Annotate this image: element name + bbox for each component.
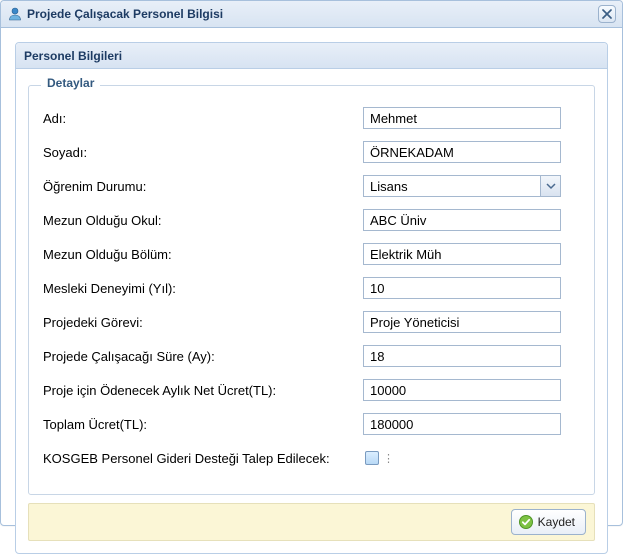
row-school: Mezun Olduğu Okul: [43, 208, 580, 232]
details-fieldset: Detaylar Adı: Soyadı: Öğrenim Durumu: Li… [28, 85, 595, 495]
label-experience: Mesleki Deneyimi (Yıl): [43, 281, 363, 296]
check-circle-icon [518, 514, 534, 530]
label-monthly: Proje için Ödenecek Aylık Net Ücret(TL): [43, 383, 363, 398]
label-department: Mezun Olduğu Bölüm: [43, 247, 363, 262]
surname-input[interactable] [363, 141, 561, 163]
label-education: Öğrenim Durumu: [43, 179, 363, 194]
row-monthly: Proje için Ödenecek Aylık Net Ücret(TL): [43, 378, 580, 402]
row-department: Mezun Olduğu Bölüm: [43, 242, 580, 266]
label-name: Adı: [43, 111, 363, 126]
education-value: Lisans [364, 176, 540, 196]
dialog-window: Projede Çalışacak Personel Bilgisi Perso… [0, 0, 623, 526]
monthly-input[interactable] [363, 379, 561, 401]
row-experience: Mesleki Deneyimi (Yıl): [43, 276, 580, 300]
label-school: Mezun Olduğu Okul: [43, 213, 363, 228]
window-title: Projede Çalışacak Personel Bilgisi [27, 7, 598, 21]
row-kosgeb: KOSGEB Personel Gideri Desteği Talep Edi… [43, 446, 580, 470]
resize-handle-icon: ⋮ [383, 452, 395, 465]
footer-bar: Kaydet [28, 503, 595, 541]
titlebar: Projede Çalışacak Personel Bilgisi [1, 1, 622, 28]
label-duration: Projede Çalışacağı Süre (Ay): [43, 349, 363, 364]
label-kosgeb: KOSGEB Personel Gideri Desteği Talep Edi… [43, 451, 363, 466]
department-input[interactable] [363, 243, 561, 265]
row-duration: Projede Çalışacağı Süre (Ay): [43, 344, 580, 368]
duration-input[interactable] [363, 345, 561, 367]
panel: Personel Bilgileri Detaylar Adı: Soyadı:… [15, 42, 608, 554]
save-button[interactable]: Kaydet [511, 509, 586, 535]
save-button-label: Kaydet [538, 515, 575, 529]
role-input[interactable] [363, 311, 561, 333]
row-name: Adı: [43, 106, 580, 130]
label-role: Projedeki Görevi: [43, 315, 363, 330]
close-button[interactable] [598, 5, 616, 23]
label-surname: Soyadı: [43, 145, 363, 160]
education-select[interactable]: Lisans [363, 175, 561, 197]
total-input[interactable] [363, 413, 561, 435]
panel-title: Personel Bilgileri [16, 43, 607, 69]
experience-input[interactable] [363, 277, 561, 299]
kosgeb-checkbox[interactable] [365, 451, 379, 465]
row-role: Projedeki Görevi: [43, 310, 580, 334]
row-education: Öğrenim Durumu: Lisans [43, 174, 580, 198]
school-input[interactable] [363, 209, 561, 231]
chevron-down-icon [546, 181, 556, 191]
row-total: Toplam Ücret(TL): [43, 412, 580, 436]
name-input[interactable] [363, 107, 561, 129]
close-icon [602, 9, 612, 19]
education-dropdown-button[interactable] [540, 176, 560, 196]
person-icon [7, 6, 23, 22]
label-total: Toplam Ücret(TL): [43, 417, 363, 432]
fieldset-legend: Detaylar [41, 76, 100, 90]
row-surname: Soyadı: [43, 140, 580, 164]
